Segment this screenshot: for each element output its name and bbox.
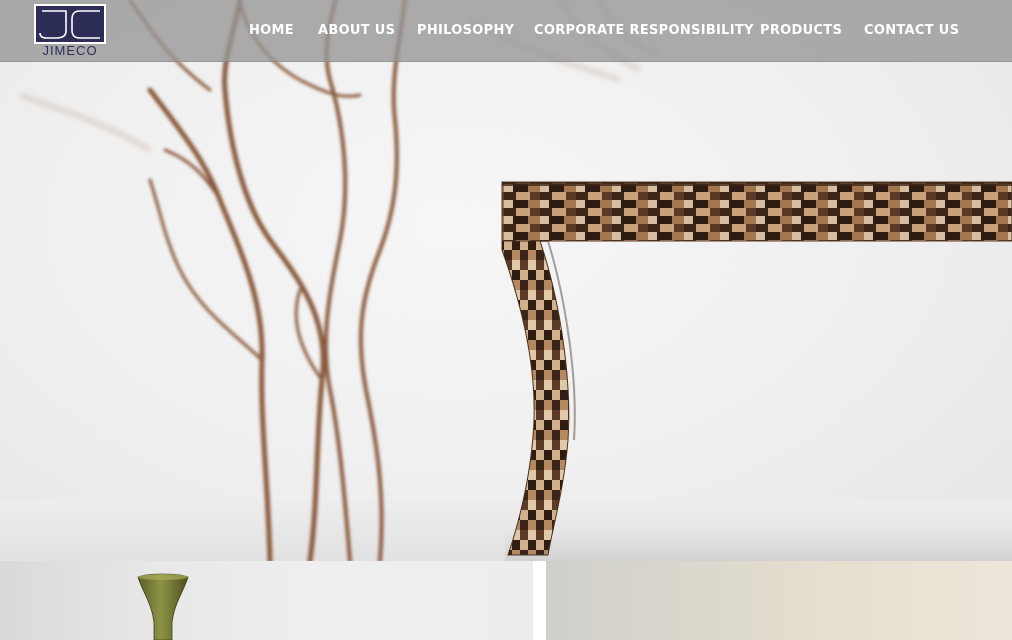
nav-item-philosophy[interactable]: PHILOSOPHY — [417, 22, 514, 40]
console-table — [501, 181, 1012, 556]
nav-item-home[interactable]: HOME — [249, 22, 294, 40]
green-vase-icon — [137, 573, 189, 640]
feature-tile-vase[interactable] — [0, 561, 533, 640]
tile-gap — [533, 561, 546, 640]
hero-image — [0, 0, 1012, 561]
branches-decoration — [128, 0, 407, 561]
hero-illustration — [19, 0, 1012, 561]
jimeco-homepage: JIMECO HOME ABOUT US PHILOSOPHY CORPORAT… — [0, 0, 1012, 640]
main-nav: HOME ABOUT US PHILOSOPHY CORPORATE RESPO… — [0, 0, 1012, 62]
nav-item-about-us[interactable]: ABOUT US — [318, 22, 395, 40]
nav-item-products[interactable]: PRODUCTS — [760, 22, 842, 40]
nav-item-contact-us[interactable]: CONTACT US — [864, 22, 959, 40]
site-header: JIMECO HOME ABOUT US PHILOSOPHY CORPORAT… — [0, 0, 1012, 62]
feature-tile-interior[interactable] — [546, 561, 1012, 640]
nav-item-corporate-responsibility[interactable]: CORPORATE RESPONSIBILITY — [534, 22, 754, 40]
